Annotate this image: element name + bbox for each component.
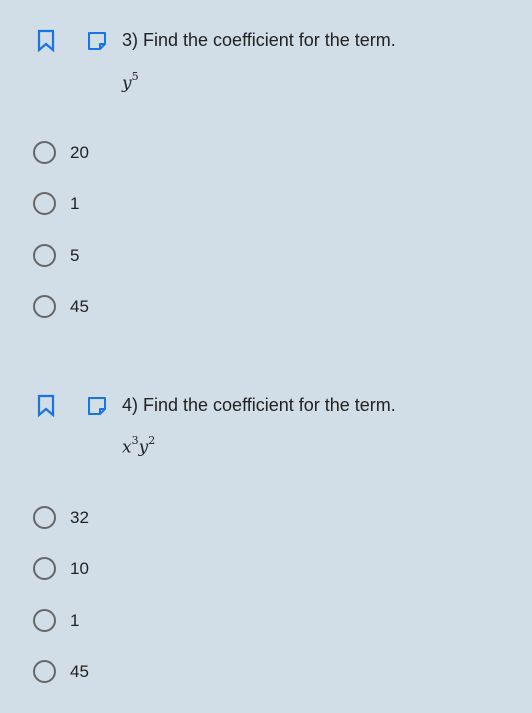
radio-unselected-icon[interactable] xyxy=(33,295,56,318)
option-label: 1 xyxy=(70,194,80,213)
radio-unselected-icon[interactable] xyxy=(33,244,56,267)
option-label: 1 xyxy=(70,611,80,630)
answer-option[interactable]: 1 xyxy=(33,192,233,220)
option-label: 5 xyxy=(70,246,80,265)
option-label: 20 xyxy=(70,143,89,162)
radio-unselected-icon[interactable] xyxy=(33,141,56,164)
answer-option[interactable]: 32 xyxy=(33,506,233,534)
answer-option[interactable]: 10 xyxy=(33,557,233,585)
answer-option[interactable]: 5 xyxy=(33,244,233,272)
bookmark-icon[interactable] xyxy=(36,29,56,53)
note-icon[interactable] xyxy=(85,394,109,418)
radio-unselected-icon[interactable] xyxy=(33,660,56,683)
answer-option[interactable]: 45 xyxy=(33,295,233,323)
option-label: 32 xyxy=(70,508,89,527)
answer-option[interactable]: 1 xyxy=(33,609,233,637)
note-icon[interactable] xyxy=(85,29,109,53)
answer-option[interactable]: 20 xyxy=(33,141,233,169)
question-prompt: 3) Find the coefficient for the term. xyxy=(122,30,396,50)
radio-unselected-icon[interactable] xyxy=(33,557,56,580)
option-label: 10 xyxy=(70,559,89,578)
radio-unselected-icon[interactable] xyxy=(33,192,56,215)
term-expression: x3y2 xyxy=(122,434,156,458)
option-label: 45 xyxy=(70,297,89,316)
question-prompt: 4) Find the coefficient for the term. xyxy=(122,395,396,415)
option-label: 45 xyxy=(70,662,89,681)
term-expression: y5 xyxy=(122,70,139,94)
bookmark-icon[interactable] xyxy=(36,394,56,418)
question-header: 4) Find the coefficient for the term. xyxy=(0,392,532,422)
answer-option[interactable]: 45 xyxy=(33,660,233,688)
radio-unselected-icon[interactable] xyxy=(33,506,56,529)
question-header: 3) Find the coefficient for the term. xyxy=(0,27,532,57)
radio-unselected-icon[interactable] xyxy=(33,609,56,632)
